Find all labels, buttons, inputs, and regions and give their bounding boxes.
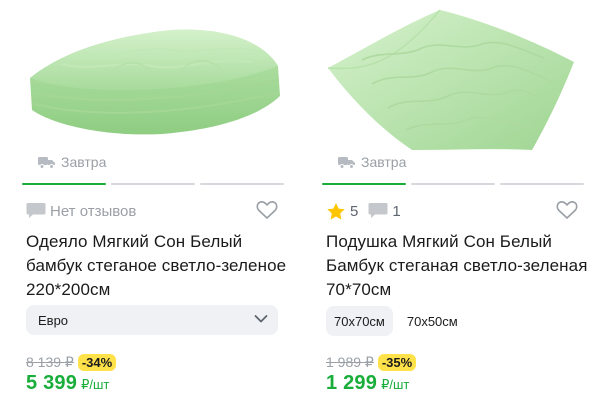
old-price: 1 989 ₽ bbox=[326, 354, 374, 370]
comments-info[interactable]: 1 bbox=[368, 202, 401, 220]
favorite-button[interactable] bbox=[556, 200, 578, 224]
old-price-row: 8 139 ₽ -34% bbox=[26, 354, 117, 371]
old-price-row: 1 989 ₽ -35% bbox=[326, 354, 417, 371]
star-icon bbox=[327, 202, 345, 219]
delivery-info: Завтра bbox=[38, 154, 106, 170]
duvet-image bbox=[30, 29, 280, 135]
price-unit: ₽/шт bbox=[81, 377, 110, 392]
heart-outline-icon bbox=[256, 201, 278, 219]
price-value: 5 399 bbox=[26, 372, 78, 394]
pillow-image bbox=[327, 9, 574, 150]
size-options: 70x70см 70x50см bbox=[326, 306, 466, 336]
price-value: 1 299 bbox=[326, 372, 378, 394]
product-image-duvet[interactable] bbox=[22, 0, 288, 150]
rating-row: 5 1 bbox=[326, 200, 578, 222]
pagination-dot[interactable] bbox=[111, 183, 195, 185]
pagination-dot[interactable] bbox=[22, 183, 106, 185]
discount-badge: -35% bbox=[377, 354, 417, 371]
old-price: 8 139 ₽ bbox=[26, 354, 74, 370]
pagination-dot[interactable] bbox=[200, 183, 284, 185]
reviews-label: Нет отзывов bbox=[50, 202, 137, 220]
variant-select-value: Евро bbox=[38, 312, 69, 328]
price-unit: ₽/шт bbox=[381, 377, 410, 392]
product-title[interactable]: Подушка Мягкий Сон Белый Бамбук стеганая… bbox=[326, 230, 588, 302]
chevron-down-icon bbox=[254, 315, 268, 323]
delivery-label: Завтра bbox=[361, 154, 407, 170]
rating-info[interactable]: 5 bbox=[326, 202, 358, 221]
favorite-button[interactable] bbox=[256, 200, 278, 224]
chat-bubble-icon bbox=[368, 203, 388, 218]
rating-value: 5 bbox=[350, 202, 359, 220]
size-option-70x70[interactable]: 70x70см bbox=[326, 306, 393, 336]
delivery-info: Завтра bbox=[338, 154, 406, 170]
discount-badge: -34% bbox=[77, 354, 117, 371]
comments-count: 1 bbox=[392, 202, 401, 220]
product-card-pillow[interactable]: Завтра 5 1 Подушка Мягкий Сон Белый Бамб… bbox=[322, 0, 588, 400]
chat-bubble-icon bbox=[26, 203, 46, 218]
size-option-70x50[interactable]: 70x50см bbox=[399, 306, 466, 336]
image-pagination[interactable] bbox=[22, 183, 284, 185]
heart-outline-icon bbox=[556, 201, 578, 219]
current-price: 5 399 ₽/шт bbox=[26, 372, 109, 395]
truck-icon bbox=[38, 157, 55, 169]
reviews-row: Нет отзывов bbox=[26, 200, 278, 222]
pagination-dot[interactable] bbox=[411, 183, 495, 185]
pagination-dot[interactable] bbox=[500, 183, 584, 185]
pagination-dot[interactable] bbox=[322, 183, 406, 185]
reviews-info[interactable]: Нет отзывов bbox=[26, 202, 136, 220]
image-pagination[interactable] bbox=[322, 183, 584, 185]
current-price: 1 299 ₽/шт bbox=[326, 372, 409, 395]
product-title[interactable]: Одеяло Мягкий Сон Белый бамбук стеганое … bbox=[26, 230, 288, 302]
variant-select[interactable]: Евро bbox=[26, 305, 278, 335]
delivery-label: Завтра bbox=[61, 154, 107, 170]
truck-icon bbox=[338, 157, 355, 169]
product-card-duvet[interactable]: Завтра Нет отзывов Одеяло Мягкий Сон Бел… bbox=[22, 0, 288, 400]
product-image-pillow[interactable] bbox=[322, 0, 588, 150]
